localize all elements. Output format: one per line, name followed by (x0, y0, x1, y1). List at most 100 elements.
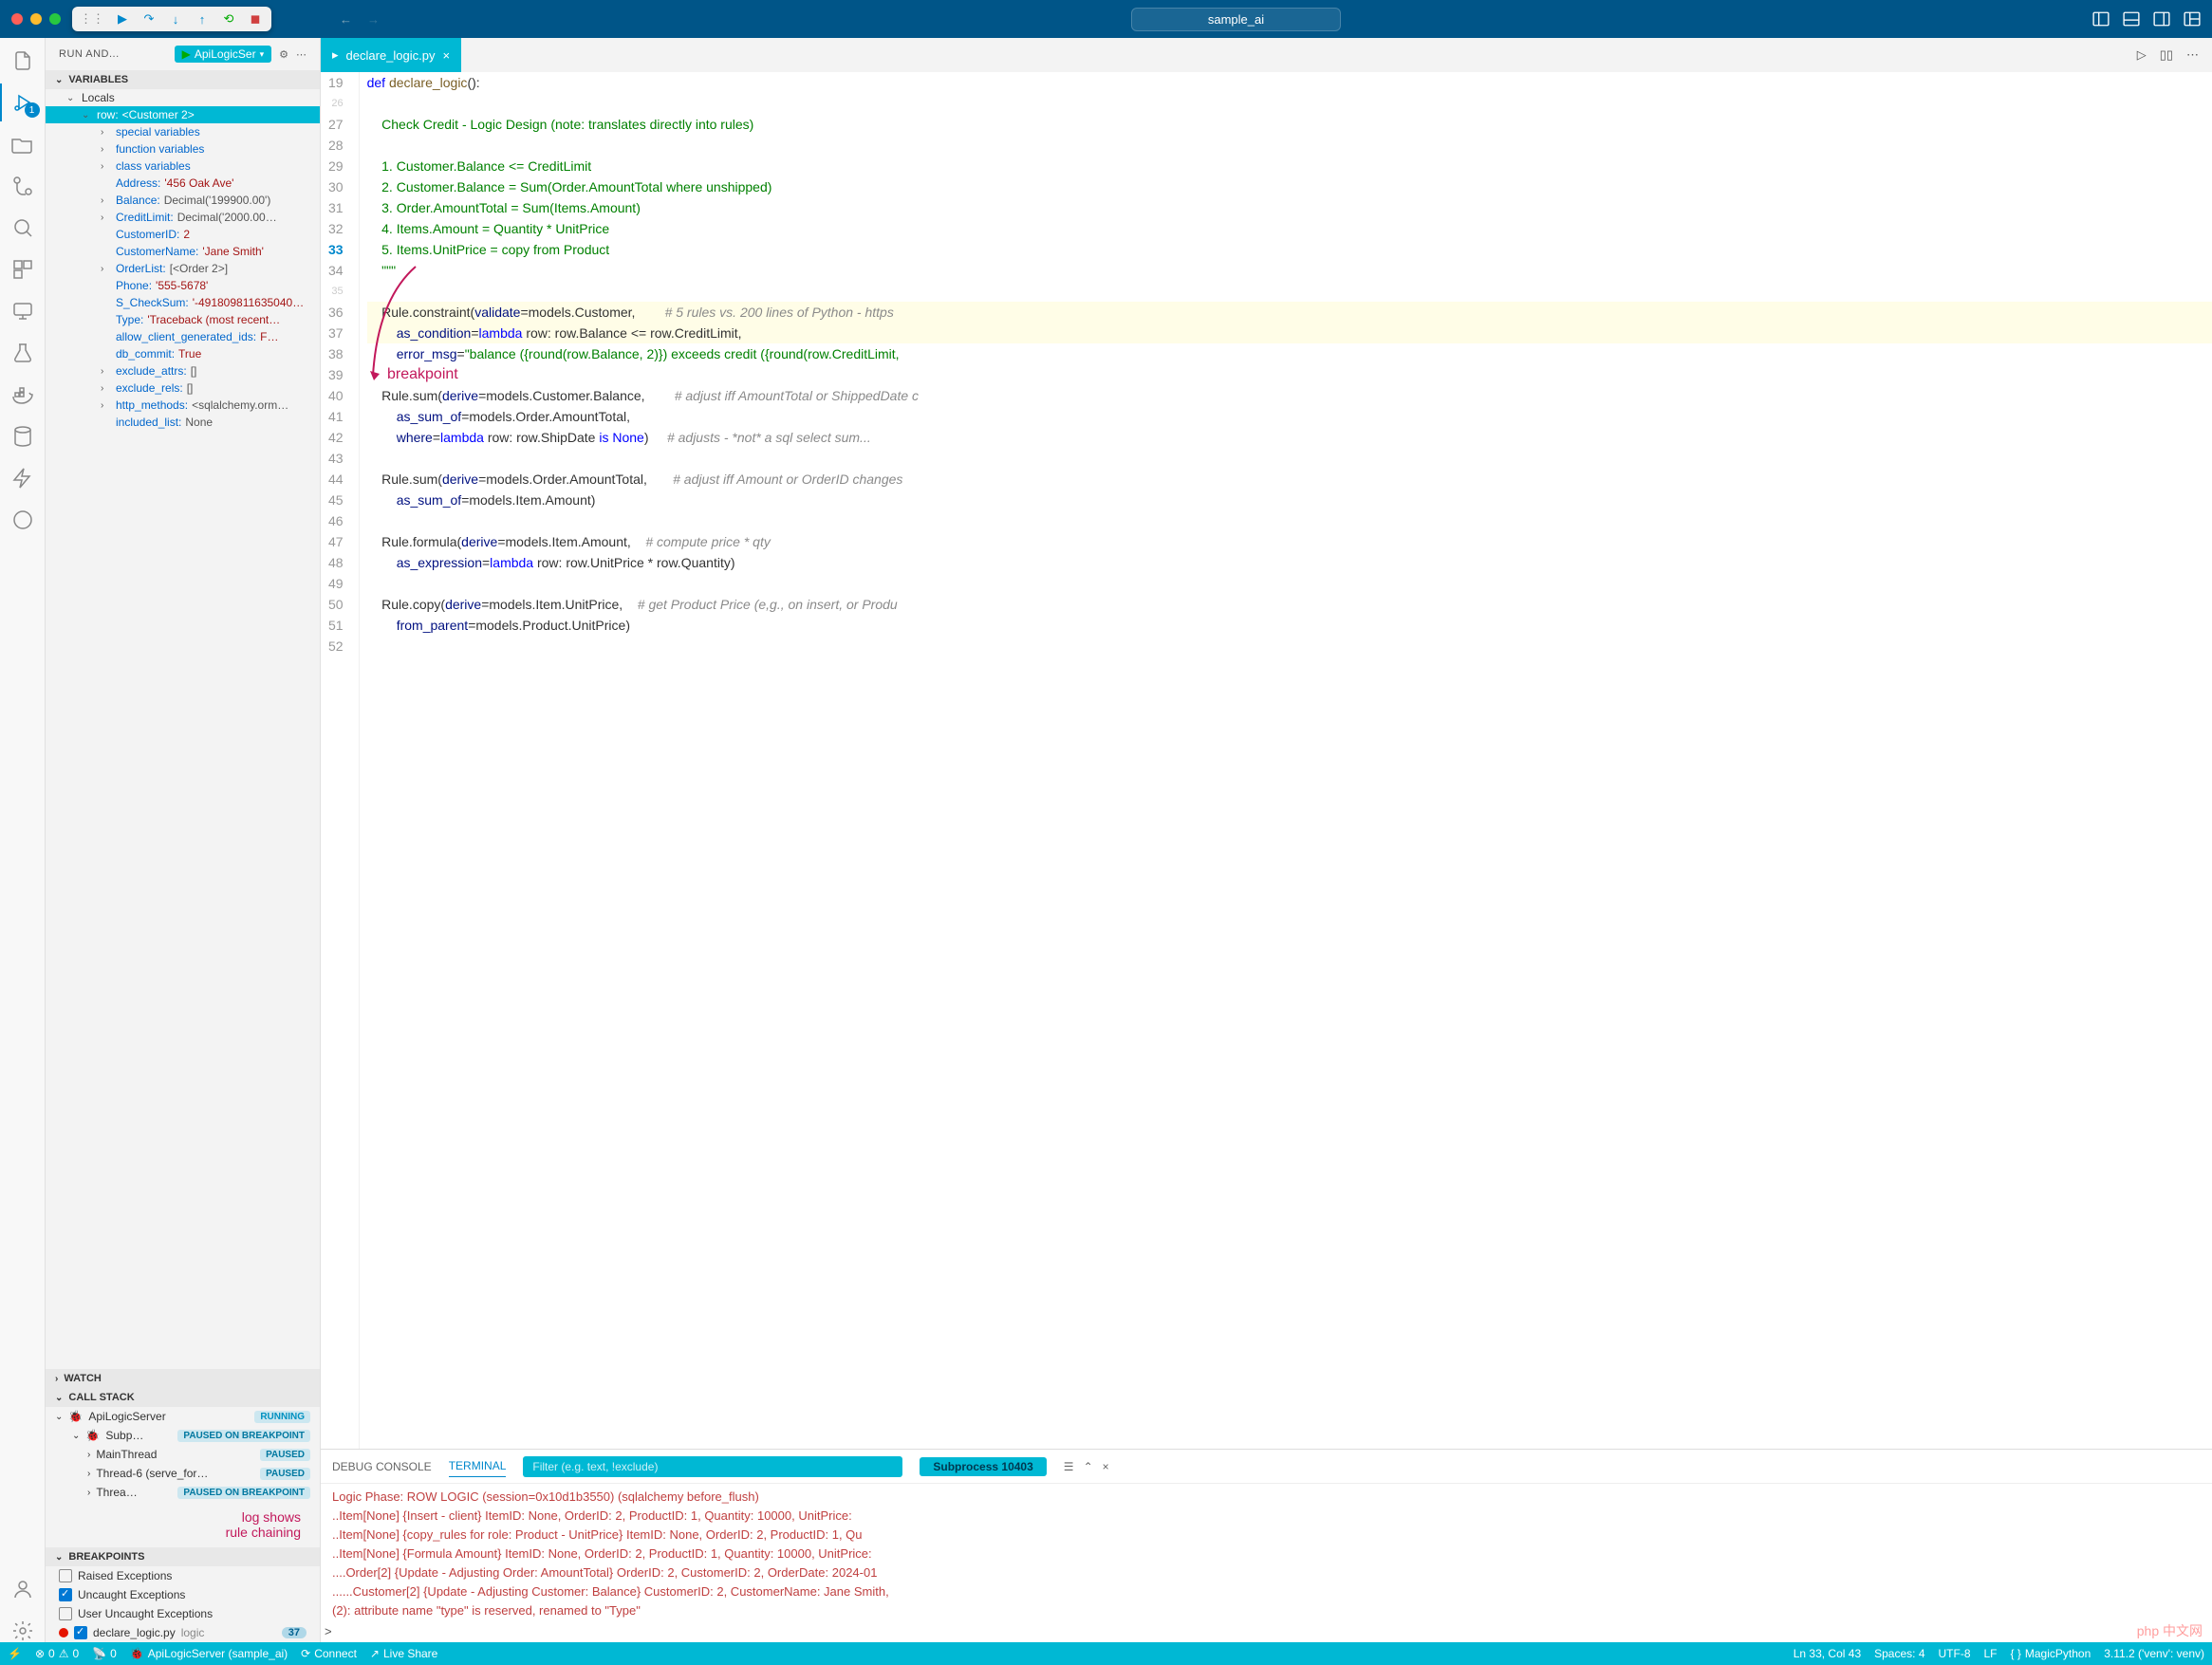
restart-icon[interactable]: ⟲ (220, 10, 237, 28)
liveshare-button[interactable]: ↗ Live Share (370, 1647, 437, 1660)
extensions-icon[interactable] (11, 258, 34, 281)
language-mode[interactable]: { } MagicPython (2011, 1647, 2091, 1660)
terminal-output[interactable]: Logic Phase: ROW LOGIC (session=0x10d1b3… (321, 1484, 2212, 1620)
checkbox[interactable] (59, 1607, 72, 1620)
var-orderlist[interactable]: ›OrderList: [<Order 2>] (46, 260, 320, 277)
var-customername[interactable]: CustomerName: 'Jane Smith' (46, 243, 320, 260)
step-into-icon[interactable]: ↓ (167, 10, 184, 28)
bp-user-uncaught[interactable]: User Uncaught Exceptions (46, 1604, 320, 1623)
ports[interactable]: 📡 0 (92, 1647, 117, 1660)
github-icon[interactable] (11, 509, 34, 531)
list-icon[interactable]: ☰ (1064, 1460, 1074, 1473)
nav-back-icon[interactable]: ← (340, 12, 352, 27)
thunder-icon[interactable] (11, 467, 34, 490)
filter-input[interactable] (523, 1456, 902, 1477)
close-icon[interactable]: × (442, 48, 450, 63)
docker-icon[interactable] (11, 383, 34, 406)
search-icon[interactable] (11, 216, 34, 239)
debug-target[interactable]: 🐞 ApiLogicServer (sample_ai) (130, 1647, 288, 1660)
run-config-selector[interactable]: ▶ ApiLogicSer ▾ (175, 46, 271, 63)
terminal-prompt[interactable]: > (321, 1620, 2212, 1642)
var-type[interactable]: Type: 'Traceback (most recent… (46, 311, 320, 328)
cs-thread[interactable]: ›Thread-6 (serve_for…PAUSED (46, 1464, 320, 1483)
settings-gear-icon[interactable] (11, 1619, 34, 1642)
var-special[interactable]: ›special variables (46, 123, 320, 140)
cs-subprocess[interactable]: ⌄ 🐞 Subp… PAUSED ON BREAKPOINT (46, 1426, 320, 1445)
var-exclattrs[interactable]: ›exclude_attrs: [] (46, 362, 320, 379)
var-exclrels[interactable]: ›exclude_rels: [] (46, 379, 320, 397)
var-allowclient[interactable]: allow_client_generated_ids: F… (46, 328, 320, 345)
run-icon[interactable]: ▷ (2137, 47, 2147, 63)
source-control-icon[interactable] (11, 175, 34, 197)
var-includedlist[interactable]: included_list: None (46, 414, 320, 431)
debug-icon[interactable]: 1 (11, 91, 34, 114)
database-icon[interactable] (11, 425, 34, 448)
callstack-header[interactable]: ⌄ CALL STACK (46, 1388, 320, 1407)
close-icon[interactable]: × (1103, 1460, 1109, 1473)
explorer-icon[interactable] (11, 49, 34, 72)
var-balance[interactable]: ›Balance: Decimal('199900.00') (46, 192, 320, 209)
locals-group[interactable]: ⌄ Locals (46, 89, 320, 106)
step-out-icon[interactable]: ↑ (194, 10, 211, 28)
tab-terminal[interactable]: TERMINAL (449, 1455, 507, 1477)
connect-button[interactable]: ⟳ Connect (301, 1647, 357, 1660)
split-icon[interactable]: ▯▯ (2160, 47, 2173, 63)
command-center[interactable]: sample_ai (1131, 8, 1341, 31)
minimize-window[interactable] (30, 13, 42, 25)
encoding[interactable]: UTF-8 (1939, 1647, 1971, 1660)
chevron-down-icon: ⌄ (66, 93, 78, 103)
panel-left-icon[interactable] (2092, 10, 2110, 28)
more-icon[interactable]: ⋯ (2186, 47, 2199, 63)
checkbox[interactable] (59, 1569, 72, 1582)
indentation[interactable]: Spaces: 4 (1874, 1647, 1924, 1660)
var-phone[interactable]: Phone: '555-5678' (46, 277, 320, 294)
tab-debug-console[interactable]: DEBUG CONSOLE (332, 1456, 432, 1477)
bp-uncaught[interactable]: Uncaught Exceptions (46, 1585, 320, 1604)
nav-forward-icon[interactable]: → (367, 12, 380, 27)
var-creditlimit[interactable]: ›CreditLimit: Decimal('2000.00… (46, 209, 320, 226)
folders-icon[interactable] (11, 133, 34, 156)
account-icon[interactable] (11, 1578, 34, 1600)
var-address[interactable]: Address: '456 Oak Ave' (46, 175, 320, 192)
panel-right-icon[interactable] (2153, 10, 2170, 28)
var-class[interactable]: ›class variables (46, 157, 320, 175)
var-row-selected[interactable]: ⌄ row: <Customer 2> (46, 106, 320, 123)
code-editor[interactable]: 19 26 27 28 29 30 31 32 33 34 35 36 37 3… (321, 72, 2212, 1449)
var-dbcommit[interactable]: db_commit: True (46, 345, 320, 362)
remote-indicator[interactable]: ⚡ (8, 1647, 22, 1660)
bp-raised[interactable]: Raised Exceptions (46, 1566, 320, 1585)
python-interpreter[interactable]: 3.11.2 ('venv': venv) (2104, 1647, 2204, 1660)
breakpoints-header[interactable]: ⌄ BREAKPOINTS (46, 1547, 320, 1566)
checkbox-checked[interactable] (59, 1588, 72, 1601)
panel-bottom-icon[interactable] (2123, 10, 2140, 28)
cursor-position[interactable]: Ln 33, Col 43 (1794, 1647, 1861, 1660)
annotation: rule chaining (46, 1525, 320, 1540)
checkbox-checked[interactable] (74, 1626, 87, 1639)
var-customerid[interactable]: CustomerID: 2 (46, 226, 320, 243)
testing-icon[interactable] (11, 342, 34, 364)
stop-icon[interactable]: ◼ (247, 10, 264, 28)
chevron-up-icon[interactable]: ⌃ (1084, 1460, 1093, 1473)
customize-layout-icon[interactable] (2184, 10, 2201, 28)
tab-active[interactable]: ▸ declare_logic.py × (321, 38, 461, 72)
errors-warnings[interactable]: ⊗ 0 ⚠ 0 (35, 1647, 79, 1660)
variables-header[interactable]: ⌄ VARIABLES (46, 70, 320, 89)
cs-thread[interactable]: ›MainThreadPAUSED (46, 1445, 320, 1464)
watch-header[interactable]: › WATCH (46, 1369, 320, 1388)
drag-handle-icon[interactable]: ⋮⋮ (80, 11, 104, 27)
cs-process[interactable]: ⌄ 🐞 ApiLogicServer RUNNING (46, 1407, 320, 1426)
more-icon[interactable]: ⋯ (296, 48, 307, 61)
process-badge[interactable]: Subprocess 10403 (920, 1457, 1046, 1476)
maximize-window[interactable] (49, 13, 61, 25)
step-over-icon[interactable]: ↷ (140, 10, 158, 28)
remote-icon[interactable] (11, 300, 34, 323)
gear-icon[interactable]: ⚙ (279, 48, 288, 61)
close-window[interactable] (11, 13, 23, 25)
eol[interactable]: LF (1984, 1647, 1998, 1660)
var-checksum[interactable]: S_CheckSum: '-491809811635040… (46, 294, 320, 311)
bp-file[interactable]: declare_logic.py logic 37 (46, 1623, 320, 1642)
continue-icon[interactable]: ▶ (114, 10, 131, 28)
var-httpmethods[interactable]: ›http_methods: <sqlalchemy.orm… (46, 397, 320, 414)
cs-thread[interactable]: ›Threa…PAUSED ON BREAKPOINT (46, 1483, 320, 1502)
var-function[interactable]: ›function variables (46, 140, 320, 157)
